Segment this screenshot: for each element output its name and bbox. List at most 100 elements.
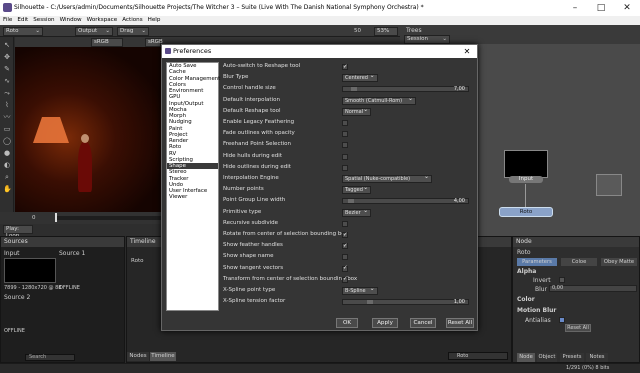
playhead[interactable]	[55, 213, 57, 222]
blur-label: Blur	[535, 286, 548, 293]
setting-dropdown[interactable]: Centered	[342, 73, 378, 83]
setting-label: Freehand Point Selection	[223, 141, 292, 148]
node-reset-all-button[interactable]: Reset All	[565, 324, 591, 332]
sources-search-input[interactable]: Search	[25, 354, 75, 361]
xspline-tool-icon[interactable]: ⤳	[3, 89, 11, 97]
roto-search-input[interactable]: Roto	[448, 352, 508, 360]
tab-nodes[interactable]: Nodes	[127, 352, 149, 361]
minimize-button[interactable]: –	[562, 0, 588, 16]
setting-checkbox[interactable]	[342, 153, 348, 160]
transform-tool-icon[interactable]: ✥	[3, 53, 11, 61]
app-icon	[3, 3, 12, 12]
motion-blur-section[interactable]: Motion Blur	[517, 307, 556, 314]
freehand-tool-icon[interactable]: 〰	[3, 113, 11, 121]
setting-slider[interactable]: 1,00	[342, 299, 469, 306]
cancel-button[interactable]: Cancel	[410, 318, 436, 328]
tab-parameters[interactable]: Parameters	[517, 258, 557, 266]
drag-combo[interactable]: Drag ⌄	[117, 26, 149, 36]
setting-checkbox[interactable]	[342, 131, 348, 138]
setting-row: Control handle size 7,00	[221, 84, 474, 94]
slider-knob[interactable]	[351, 87, 358, 92]
rectangle-tool-icon[interactable]: ▭	[3, 125, 11, 133]
pen-tool-icon[interactable]: ✎	[3, 65, 11, 73]
setting-dropdown[interactable]: Bezier	[342, 208, 372, 217]
setting-checkbox[interactable]	[342, 254, 348, 261]
invert-checkbox[interactable]	[559, 277, 565, 283]
alpha-section[interactable]: Alpha	[517, 268, 536, 275]
menu-actions[interactable]: Actions	[122, 16, 142, 25]
output-combo[interactable]: Output ⌄	[75, 26, 113, 36]
setting-checkbox[interactable]	[342, 164, 348, 171]
source-thumbnail[interactable]	[4, 258, 56, 283]
close-button[interactable]: ✕	[614, 0, 640, 16]
apply-button[interactable]: Apply	[372, 318, 398, 328]
setting-checkbox[interactable]	[342, 275, 348, 285]
input-node[interactable]: Input	[509, 176, 543, 183]
ellipse-tool-icon[interactable]: ◯	[3, 137, 11, 145]
roto-combo[interactable]: Roto ⌄	[3, 26, 43, 36]
srgb-combo-1[interactable]: sRGB	[91, 38, 123, 47]
setting-label: Hide outlines during edit	[223, 163, 291, 170]
tab-node[interactable]: Node	[517, 353, 535, 362]
srgb-combo-2[interactable]: sRGB	[145, 38, 163, 47]
zoom-tool-icon[interactable]: ⌕	[3, 173, 11, 181]
timeline-roto-row[interactable]: Roto	[131, 258, 143, 264]
setting-dropdown[interactable]: B-Spline	[342, 286, 378, 295]
antialias-checkbox[interactable]	[559, 317, 565, 323]
select-tool-icon[interactable]: ↖	[3, 41, 11, 49]
feather-tool-icon[interactable]: ◐	[3, 161, 11, 169]
setting-checkbox[interactable]	[342, 264, 348, 274]
ok-button[interactable]: OK	[336, 318, 358, 328]
menu-session[interactable]: Session	[33, 16, 54, 25]
zoom-combo[interactable]: 53%	[374, 26, 398, 36]
play-loop-combo[interactable]: Play: Loop	[3, 225, 33, 239]
hand-tool-icon[interactable]: ✋	[3, 185, 12, 193]
magnetic-tool-icon[interactable]: ⌇	[3, 101, 11, 109]
tab-obey-matte[interactable]: Obey Matte	[601, 258, 637, 266]
menu-edit[interactable]: Edit	[17, 16, 28, 25]
setting-slider[interactable]: 7,00	[342, 86, 469, 93]
setting-label: Interpolation Engine	[223, 175, 279, 181]
tab-color[interactable]: Coloe	[561, 258, 597, 266]
slider-knob[interactable]	[347, 199, 354, 204]
trees-header: Trees	[406, 27, 422, 34]
tab-object[interactable]: Object	[537, 353, 557, 362]
bspline-tool-icon[interactable]: ∿	[3, 77, 11, 85]
setting-dropdown[interactable]: Smooth (Catmull-Rom)	[342, 96, 416, 105]
session-combo[interactable]: Session ⌄	[404, 35, 450, 44]
setting-label: Blur Type	[223, 74, 249, 81]
setting-checkbox[interactable]	[342, 220, 348, 227]
menu-window[interactable]: Window	[60, 16, 82, 25]
menu-file[interactable]: File	[3, 16, 12, 25]
setting-dropdown[interactable]: Spatial (Nuke-compatible)	[342, 174, 432, 183]
setting-slider[interactable]: 4,00	[342, 198, 469, 205]
blur-field[interactable]: 0,00	[549, 285, 637, 292]
setting-checkbox[interactable]	[342, 63, 348, 72]
menu-workspace[interactable]: Workspace	[87, 16, 118, 25]
roto-node[interactable]: Roto	[499, 207, 553, 217]
category-list[interactable]: Auto Save Cache Color Management Colors Envi…	[166, 62, 220, 311]
tab-notes[interactable]: Notes	[586, 353, 608, 362]
category-item-color-management[interactable]: Color Management	[167, 76, 220, 82]
reset-all-button[interactable]: Reset All	[446, 318, 474, 328]
dialog-close-icon[interactable]: ✕	[460, 46, 474, 57]
brush-tool-icon[interactable]: ●	[3, 149, 11, 157]
maximize-button[interactable]: □	[588, 0, 614, 16]
tab-timeline[interactable]: Timeline	[150, 352, 176, 361]
tab-presets[interactable]: Presets	[560, 353, 584, 362]
color-section[interactable]: Color	[517, 296, 535, 303]
setting-row: Show shape name	[221, 252, 474, 262]
setting-dropdown[interactable]: Normal	[342, 107, 372, 116]
viewer-canvas[interactable]	[15, 47, 165, 212]
slider-knob[interactable]	[367, 300, 373, 305]
setting-checkbox[interactable]	[342, 120, 348, 126]
setting-label: Enable Legacy Feathering	[223, 119, 295, 125]
setting-checkbox[interactable]	[342, 242, 348, 251]
category-item-viewer[interactable]: Viewer	[167, 194, 218, 200]
menu-help[interactable]: Help	[148, 16, 161, 25]
setting-checkbox[interactable]	[342, 231, 348, 240]
input-thumbnail	[504, 150, 548, 178]
output-node[interactable]	[596, 174, 622, 196]
setting-dropdown[interactable]: Tagged	[342, 185, 372, 195]
setting-checkbox[interactable]	[342, 142, 348, 149]
